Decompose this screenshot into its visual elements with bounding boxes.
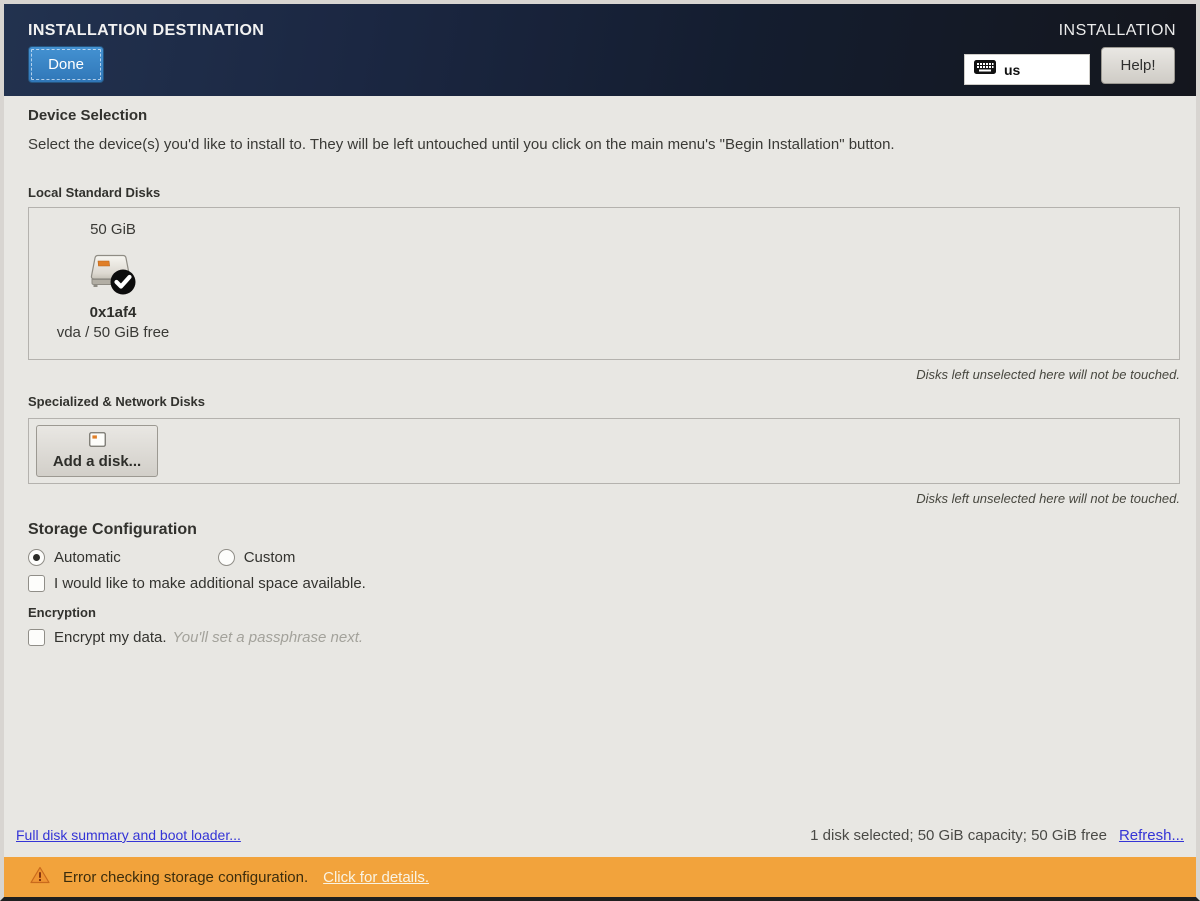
- device-selection-heading: Device Selection: [28, 107, 1180, 124]
- radio-custom-label: Custom: [244, 549, 296, 566]
- page-title: INSTALLATION DESTINATION: [28, 22, 264, 40]
- disk-tile[interactable]: 50 GiB: [29, 208, 197, 341]
- radio-automatic[interactable]: Automatic: [28, 549, 121, 566]
- done-button[interactable]: Done: [28, 46, 104, 83]
- unselected-note: Disks left unselected here will not be t…: [28, 367, 1180, 382]
- main-content: Device Selection Select the device(s) yo…: [4, 96, 1196, 857]
- encrypt-hint: You'll set a passphrase next.: [173, 629, 363, 646]
- radio-custom-control[interactable]: [218, 549, 235, 566]
- selection-status: 1 disk selected; 50 GiB capacity; 50 GiB…: [810, 827, 1107, 844]
- local-disks-heading: Local Standard Disks: [28, 185, 1180, 200]
- unselected-note-2: Disks left unselected here will not be t…: [28, 491, 1180, 506]
- disk-details: vda / 50 GiB free: [57, 324, 170, 341]
- encrypt-option[interactable]: Encrypt my data. You'll set a passphrase…: [28, 629, 1180, 646]
- disk-size: 50 GiB: [90, 221, 136, 238]
- keyboard-layout-indicator[interactable]: us: [964, 54, 1090, 85]
- refresh-link[interactable]: Refresh...: [1119, 827, 1184, 844]
- keyboard-icon: [974, 60, 996, 79]
- special-disks-panel: Add a disk...: [28, 418, 1180, 484]
- help-button[interactable]: Help!: [1101, 47, 1175, 84]
- add-disk-button[interactable]: Add a disk...: [36, 425, 158, 477]
- storage-config-heading: Storage Configuration: [28, 521, 1180, 539]
- extra-space-label: I would like to make additional space av…: [54, 575, 366, 592]
- radio-automatic-control[interactable]: [28, 549, 45, 566]
- hard-drive-icon: [85, 250, 141, 298]
- add-disk-label: Add a disk...: [53, 453, 141, 470]
- disk-name: 0x1af4: [90, 304, 137, 321]
- hub-label: INSTALLATION: [1059, 22, 1176, 40]
- device-selection-description: Select the device(s) you'd like to insta…: [28, 136, 1180, 153]
- keyboard-layout-value: us: [1004, 62, 1020, 78]
- warning-triangle-icon: [30, 866, 50, 889]
- header-bar: INSTALLATION DESTINATION Done INSTALLATI…: [4, 4, 1196, 96]
- small-disk-icon: [89, 432, 106, 450]
- extra-space-option[interactable]: I would like to make additional space av…: [28, 575, 1180, 592]
- encryption-heading: Encryption: [28, 605, 1180, 620]
- local-disks-panel: 50 GiB: [28, 207, 1180, 360]
- extra-space-checkbox[interactable]: [28, 575, 45, 592]
- warning-bar: Error checking storage configuration. Cl…: [4, 857, 1196, 897]
- footer-bar: Full disk summary and boot loader... 1 d…: [16, 827, 1184, 844]
- radio-custom[interactable]: Custom: [218, 549, 296, 566]
- partitioning-options: Automatic Custom: [28, 549, 1180, 566]
- radio-automatic-label: Automatic: [54, 549, 121, 566]
- special-disks-heading: Specialized & Network Disks: [28, 394, 1180, 409]
- spacer: [28, 646, 1180, 827]
- installer-window: INSTALLATION DESTINATION Done INSTALLATI…: [0, 0, 1200, 901]
- encrypt-label: Encrypt my data.: [54, 629, 167, 646]
- warning-message: Error checking storage configuration.: [63, 869, 308, 886]
- disk-summary-link[interactable]: Full disk summary and boot loader...: [16, 827, 241, 843]
- encrypt-checkbox[interactable]: [28, 629, 45, 646]
- warning-details-link[interactable]: Click for details.: [323, 869, 429, 886]
